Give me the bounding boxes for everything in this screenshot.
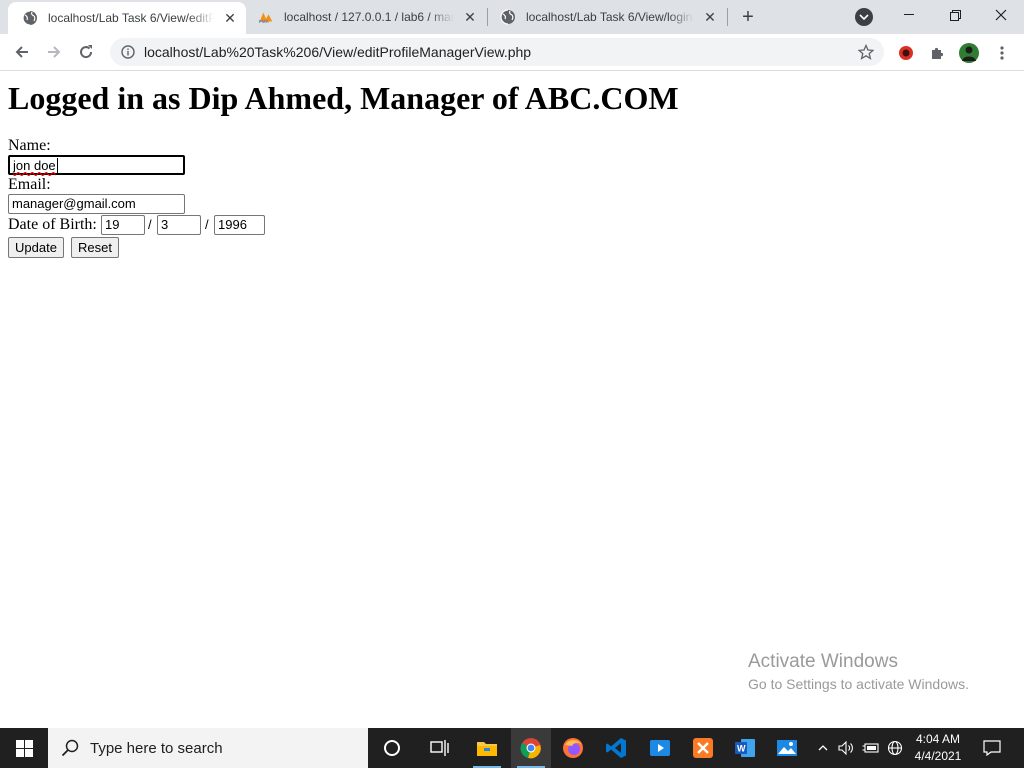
page-heading: Logged in as Dip Ahmed, Manager of ABC.C… <box>8 80 679 116</box>
chrome-icon[interactable] <box>511 728 551 768</box>
phpmyadmin-icon: PMA <box>258 9 274 25</box>
update-button[interactable]: Update <box>8 237 64 258</box>
minimize-button[interactable] <box>886 0 932 30</box>
tab-search-button[interactable] <box>855 8 873 26</box>
tab-title: localhost/Lab Task 6/View/loginM <box>526 10 694 24</box>
dob-year-value: 1996 <box>218 217 247 232</box>
dob-separator: / <box>148 217 152 232</box>
file-explorer-icon[interactable] <box>467 728 507 768</box>
forward-button[interactable] <box>40 38 68 66</box>
extension-icon[interactable] <box>895 42 917 64</box>
name-input[interactable]: jon doe <box>8 155 185 175</box>
xampp-icon[interactable] <box>683 728 723 768</box>
word-icon[interactable]: W <box>725 728 765 768</box>
photos-icon[interactable] <box>767 728 807 768</box>
clock-date: 4/4/2021 <box>914 749 962 763</box>
system-clock[interactable]: 4:04 AM 4/4/2021 <box>908 731 968 765</box>
page-content: Logged in as Dip Ahmed, Manager of ABC.C… <box>0 72 1024 728</box>
dob-year-input[interactable]: 1996 <box>214 215 265 235</box>
extensions-puzzle-icon[interactable] <box>927 42 949 64</box>
site-info-icon[interactable] <box>120 44 136 60</box>
close-window-button[interactable] <box>978 0 1024 30</box>
tab-strip: localhost/Lab Task 6/View/editPr ✕ PMA l… <box>0 0 1024 34</box>
restore-button[interactable] <box>932 0 978 30</box>
watermark-subtitle: Go to Settings to activate Windows. <box>748 676 969 692</box>
media-player-icon[interactable] <box>640 728 680 768</box>
browser-menu-icon[interactable] <box>991 42 1013 64</box>
tab-phpmyadmin[interactable]: PMA localhost / 127.0.0.1 / lab6 / man ✕ <box>246 0 486 34</box>
svg-text:PMA: PMA <box>259 19 270 24</box>
name-label: Name: <box>8 137 51 154</box>
taskbar-search-box[interactable]: Type here to search <box>48 728 368 768</box>
search-icon <box>60 738 80 758</box>
address-bar[interactable]: localhost/Lab%20Task%206/View/editProfil… <box>110 38 884 66</box>
close-tab-icon[interactable]: ✕ <box>462 9 478 25</box>
close-tab-icon[interactable]: ✕ <box>702 9 718 25</box>
reload-button[interactable] <box>72 38 100 66</box>
new-tab-button[interactable]: + <box>736 5 760 29</box>
bookmark-star-icon[interactable] <box>856 42 876 62</box>
search-placeholder: Type here to search <box>90 739 223 757</box>
watermark-title: Activate Windows <box>748 651 898 672</box>
tab-login-manager[interactable]: localhost/Lab Task 6/View/loginM ✕ <box>486 0 726 34</box>
notification-center-icon[interactable] <box>976 728 1008 768</box>
show-hidden-icons-chevron-icon[interactable] <box>814 728 832 768</box>
back-button[interactable] <box>8 38 36 66</box>
dob-month-input[interactable]: 3 <box>157 215 201 235</box>
vscode-icon[interactable] <box>596 728 636 768</box>
svg-text:W: W <box>737 744 746 754</box>
name-value: jon doe <box>13 158 56 173</box>
start-button[interactable] <box>0 728 48 768</box>
tab-title: localhost/Lab Task 6/View/editPr <box>48 11 214 25</box>
dob-day-value: 19 <box>105 217 120 232</box>
browser-toolbar: localhost/Lab%20Task%206/View/editProfil… <box>0 34 1024 71</box>
reset-button[interactable]: Reset <box>71 237 119 258</box>
close-tab-icon[interactable]: ✕ <box>222 10 238 26</box>
task-view-icon[interactable] <box>420 728 460 768</box>
url-text: localhost/Lab%20Task%206/View/editProfil… <box>144 44 532 60</box>
activate-windows-watermark: Activate Windows Go to Settings to activ… <box>748 651 969 692</box>
tab-separator <box>727 8 728 26</box>
dob-day-input[interactable]: 19 <box>101 215 145 235</box>
email-label: Email: <box>8 176 51 193</box>
battery-icon[interactable] <box>860 728 882 768</box>
firefox-icon[interactable] <box>553 728 593 768</box>
clock-time: 4:04 AM <box>915 732 961 746</box>
email-value: manager@gmail.com <box>12 196 136 211</box>
globe-icon <box>22 10 38 26</box>
dob-month-value: 3 <box>161 217 169 232</box>
tab-edit-profile[interactable]: localhost/Lab Task 6/View/editPr ✕ <box>8 2 246 34</box>
profile-avatar[interactable] <box>958 42 980 64</box>
dob-separator: / <box>205 217 209 232</box>
dob-label: Date of Birth: <box>8 216 97 233</box>
globe-icon <box>500 9 516 25</box>
network-globe-icon[interactable] <box>884 728 906 768</box>
volume-icon[interactable] <box>836 728 856 768</box>
tab-title: localhost / 127.0.0.1 / lab6 / man <box>284 10 454 24</box>
email-input[interactable]: manager@gmail.com <box>8 194 185 214</box>
cortana-icon[interactable] <box>372 728 412 768</box>
windows-taskbar: Type here to search W 4:04 AM 4/4/2021 <box>0 728 1024 768</box>
